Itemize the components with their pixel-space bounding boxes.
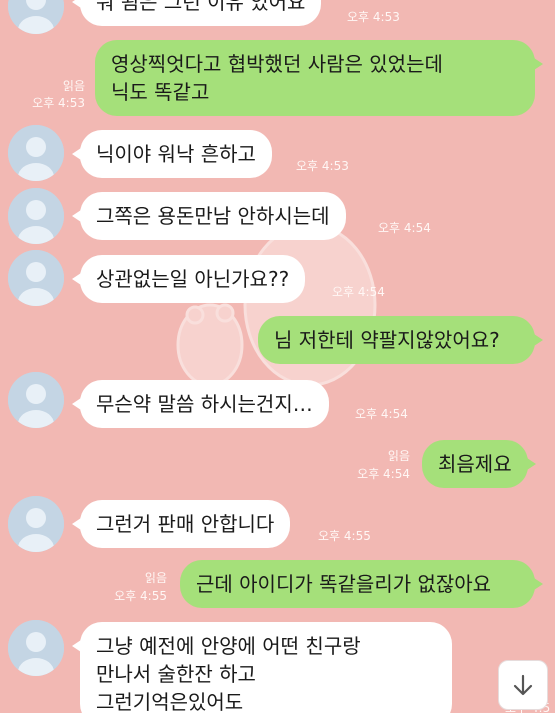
read-receipt: 읽음 xyxy=(62,79,85,93)
message-bubble-outgoing[interactable]: 영상찍엇다고 협박했던 사람은 있었는데 닉도 똑같고 xyxy=(95,40,543,116)
avatar[interactable] xyxy=(8,0,64,34)
default-profile-icon xyxy=(8,188,64,244)
avatar[interactable] xyxy=(8,620,64,676)
default-profile-icon xyxy=(8,250,64,306)
default-profile-icon xyxy=(8,372,64,428)
message-bubble-incoming[interactable]: 그런거 판매 안합니다 xyxy=(71,500,291,548)
scroll-down-button[interactable] xyxy=(498,660,548,710)
read-receipt: 읽음 xyxy=(387,449,410,463)
message-bubble-incoming[interactable]: 뭐 됨은 그런 이유 있어요 xyxy=(71,0,322,26)
bear-watermark xyxy=(176,225,377,387)
message-bubble-incoming[interactable]: 그쪽은 용돈만남 안하시는데 xyxy=(72,192,346,240)
message-time: 오후 4:53 xyxy=(296,159,349,173)
message-time: 오후 4:53 xyxy=(347,10,400,24)
avatar[interactable] xyxy=(8,250,64,306)
message-time: 오후 4:54 xyxy=(332,285,385,299)
default-profile-icon xyxy=(8,496,64,552)
read-receipt: 읽음 xyxy=(144,571,167,585)
default-profile-icon xyxy=(8,0,64,34)
message-time: 오후 4:54 xyxy=(357,467,410,481)
chat-room: 뭐 됨은 그런 이유 있어요 오후 4:53 읽음 오후 4:53 영상찍엇다고… xyxy=(0,0,555,713)
avatar[interactable] xyxy=(8,125,64,181)
message-time: 오후 4:54 xyxy=(378,221,431,235)
avatar[interactable] xyxy=(8,496,64,552)
message-time: 오후 4:55 xyxy=(318,529,371,543)
arrow-down-icon xyxy=(513,674,533,696)
message-time: 오후 4:53 xyxy=(32,96,85,110)
message-bubble-incoming[interactable]: 닉이야 워낙 흔하고 xyxy=(72,130,272,178)
avatar[interactable] xyxy=(8,188,64,244)
message-bubble-outgoing[interactable]: 근데 아이디가 똑같을리가 없잖아요 xyxy=(180,560,543,608)
message-bubble-outgoing[interactable]: 님 저한테 약팔지않았어요? xyxy=(258,316,543,364)
avatar[interactable] xyxy=(8,372,64,428)
default-profile-icon xyxy=(8,620,64,676)
message-bubble-outgoing[interactable]: 최음제요 xyxy=(422,440,536,488)
message-bubble-incoming[interactable]: 상관없는일 아닌가요?? xyxy=(71,255,306,303)
default-profile-icon xyxy=(8,125,64,181)
message-bubble-incoming[interactable]: 그냥 예전에 안양에 어떤 친구랑 만나서 술한잔 하고 그런기억은있어도 xyxy=(72,622,452,713)
message-time: 오후 4:55 xyxy=(114,589,167,603)
message-bubble-incoming[interactable]: 무슨약 말씀 하시는건지… xyxy=(72,380,329,428)
message-time: 오후 4:54 xyxy=(355,407,408,421)
